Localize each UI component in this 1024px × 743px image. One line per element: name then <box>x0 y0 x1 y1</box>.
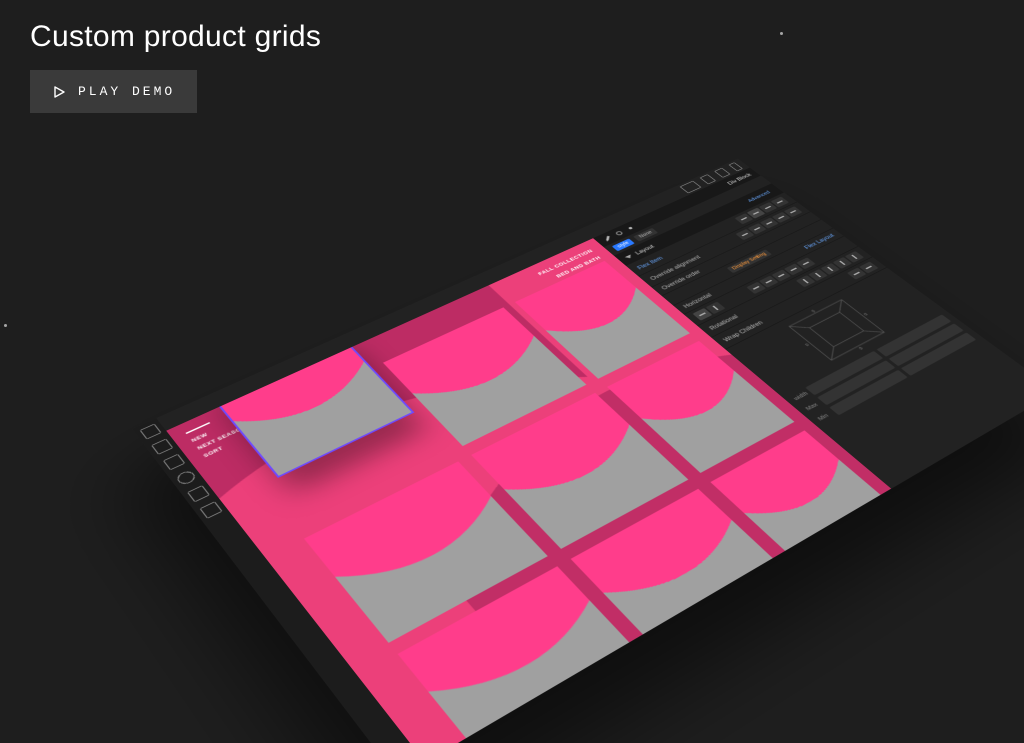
brush-icon[interactable] <box>602 235 614 243</box>
chevron-down-icon <box>625 255 633 260</box>
add-icon[interactable] <box>140 424 162 440</box>
menu-underline <box>185 422 210 434</box>
gear-icon[interactable] <box>624 224 636 232</box>
pages-icon[interactable] <box>151 439 173 455</box>
wrap-segmented[interactable] <box>847 262 879 280</box>
assets-icon[interactable] <box>175 469 198 486</box>
max-label: Max <box>805 401 822 412</box>
width-label: width <box>793 391 810 401</box>
designer-3d-scene: Publish <box>0 0 1024 690</box>
product-tile[interactable] <box>398 566 645 743</box>
svg-text:0: 0 <box>804 342 810 346</box>
product-tile[interactable] <box>304 461 548 642</box>
product-tile[interactable] <box>471 393 688 549</box>
mobile-breakpoint-icon[interactable] <box>728 162 743 171</box>
navigator-icon[interactable] <box>199 501 222 518</box>
min-label: Min <box>817 411 834 422</box>
svg-text:0: 0 <box>858 346 865 350</box>
section-title: Layout <box>634 244 656 256</box>
product-tile[interactable] <box>607 341 794 473</box>
settings-icon[interactable] <box>187 485 210 502</box>
settings-icon[interactable] <box>613 229 625 237</box>
product-tile[interactable] <box>710 430 891 565</box>
designer-window: Publish <box>132 159 1024 743</box>
cms-icon[interactable] <box>163 454 185 471</box>
svg-text:0: 0 <box>863 312 869 316</box>
